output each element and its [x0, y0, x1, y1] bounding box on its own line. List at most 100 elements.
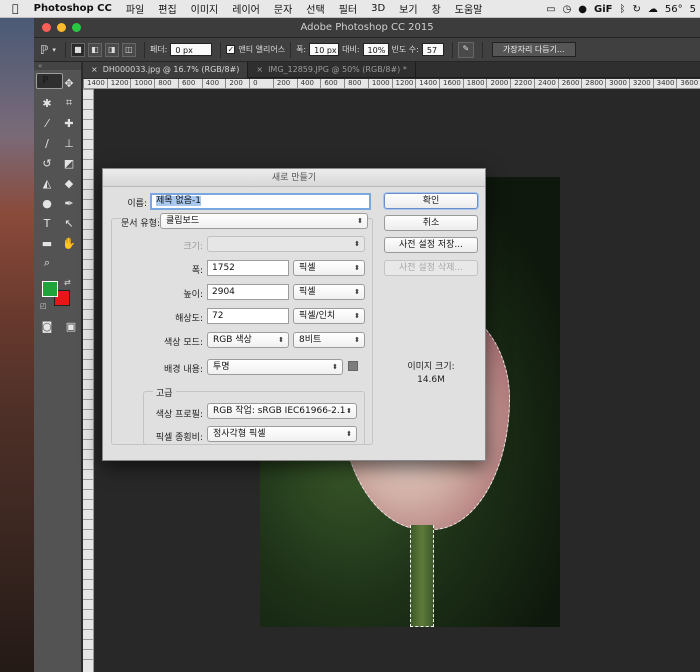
tools-panel: « ⬚ ✥ ℙ ✱ ⌗ ⁄ ✚ ∕ ⊥ ↺ ◩ ◭ ◆ ● ✒ T ↖ ▬ ✋ … [34, 62, 82, 672]
background-contents-label: 배경 내용: [163, 365, 203, 375]
refine-edge-button[interactable]: 가장자리 다듬기... [491, 42, 576, 57]
ruler-tick [83, 409, 93, 419]
ruler-tick [83, 219, 93, 229]
tools-collapse-icon[interactable]: « [34, 62, 81, 70]
lasso-tool-icon[interactable]: ℙ [36, 73, 64, 89]
rectangle-tool-icon[interactable]: ▬ [36, 233, 58, 253]
close-tab-icon[interactable]: × [91, 65, 98, 74]
tab-document-2[interactable]: × IMG_12859.JPG @ 50% (RGB/8#) * [248, 62, 416, 78]
subtract-selection-icon[interactable]: ◨ [104, 42, 119, 57]
menu-edit[interactable]: 편집 [151, 1, 183, 16]
name-input-value: 제목 없음-1 [156, 196, 201, 206]
swap-colors-icon[interactable]: ⇄ [64, 278, 71, 287]
menu-view[interactable]: 보기 [392, 1, 424, 16]
gif-label[interactable]: GiF [594, 4, 612, 15]
close-tab-icon[interactable]: × [256, 65, 263, 74]
magic-wand-tool-icon[interactable]: ✱ [36, 93, 58, 113]
ruler-tick [83, 569, 93, 579]
antialias-checkbox[interactable]: ✓ [226, 45, 236, 54]
menu-3d[interactable]: 3D [364, 3, 392, 14]
bit-depth-select[interactable]: 8비트 ⬍ [293, 332, 365, 348]
bluetooth-icon[interactable]: ᛒ [620, 4, 626, 15]
separator [143, 41, 145, 58]
blur-tool-icon[interactable]: ◆ [58, 173, 80, 193]
menu-image[interactable]: 이미지 [184, 1, 226, 16]
cancel-button[interactable]: 취소 [384, 215, 478, 231]
hand-tool-icon[interactable]: ✋ [58, 233, 80, 253]
sync-icon[interactable]: ↻ [633, 4, 641, 15]
menu-layer[interactable]: 레이어 [225, 1, 267, 16]
resolution-unit-select[interactable]: 픽셀/인치 ⬍ [293, 308, 365, 324]
type-tool-icon[interactable]: T [36, 213, 58, 233]
menu-window[interactable]: 창 [425, 1, 448, 16]
eraser-tool-icon[interactable]: ◩ [58, 153, 80, 173]
select-arrows-icon: ⬍ [357, 217, 363, 225]
paint-bucket-tool-icon[interactable]: ◭ [36, 173, 58, 193]
ruler-tick [83, 199, 93, 209]
eyedropper-tool-icon[interactable]: ⁄ [36, 113, 58, 133]
extra-status: 5 [689, 3, 696, 15]
antialias-label: 앤티 앨리어스 [238, 45, 286, 54]
ruler-tick [83, 89, 93, 99]
weather-icon[interactable]: ☁ [648, 4, 658, 15]
width-input[interactable]: 10 px [309, 43, 340, 56]
menu-app-name[interactable]: Photoshop CC [27, 3, 119, 14]
save-preset-button[interactable]: 사전 설정 저장... [384, 237, 478, 253]
ruler-tick [83, 639, 93, 649]
tab-document-1[interactable]: × DH000033.jpg @ 16.7% (RGB/8#) [83, 62, 249, 78]
ruler-tick-label: 600 [177, 79, 202, 88]
menu-type[interactable]: 문자 [267, 1, 299, 16]
background-color-swatch[interactable] [348, 361, 358, 371]
quick-mask-icon[interactable]: ◙ [40, 320, 54, 333]
ruler-tick [83, 319, 93, 329]
ruler-tick-label: 800 [344, 79, 368, 88]
ruler-tick [83, 329, 93, 339]
path-selection-tool-icon[interactable]: ↖ [58, 213, 80, 233]
person-icon[interactable]: ● [578, 4, 587, 15]
history-brush-tool-icon[interactable]: ↺ [36, 153, 58, 173]
new-selection-icon[interactable]: ■ [70, 42, 85, 57]
apple-menu-icon[interactable]:  [0, 2, 27, 15]
brush-tool-icon[interactable]: ∕ [36, 133, 58, 153]
height-input[interactable]: 2904 [207, 284, 289, 300]
crop-tool-icon[interactable]: ⌗ [58, 93, 80, 113]
screen-mode-icon[interactable]: ▣ [64, 320, 78, 333]
menu-help[interactable]: 도움말 [448, 1, 490, 16]
color-mode-select[interactable]: RGB 색상 ⬍ [207, 332, 289, 348]
contrast-input[interactable]: 10% [362, 43, 389, 56]
default-colors-icon[interactable]: ◰ [40, 302, 47, 310]
tool-preset-chevron-icon[interactable]: ▾ [52, 46, 56, 54]
ruler-tick-label: 1000 [130, 79, 154, 88]
zoom-tool-icon[interactable]: ⌕ [36, 253, 58, 273]
pen-tool-icon[interactable]: ✒ [58, 193, 80, 213]
background-contents-select[interactable]: 투명 ⬍ [207, 359, 343, 375]
clone-stamp-tool-icon[interactable]: ⊥ [58, 133, 80, 153]
pixel-aspect-select[interactable]: 정사각형 픽셀 ⬍ [207, 426, 357, 442]
foreground-color-swatch[interactable] [42, 281, 58, 297]
frequency-input[interactable]: 57 [421, 43, 444, 56]
width-input[interactable]: 1752 [207, 260, 289, 276]
color-profile-select[interactable]: RGB 작업: sRGB IEC61966-2.1 ⬍ [207, 403, 357, 419]
menu-select[interactable]: 선택 [299, 1, 331, 16]
height-unit-select[interactable]: 픽셀 ⬍ [293, 284, 365, 300]
menu-file[interactable]: 파일 [119, 1, 151, 16]
color-swatches: ⇄ ◰ [34, 278, 81, 318]
ruler-tick [83, 649, 93, 659]
clock-icon[interactable]: ◷ [563, 4, 572, 15]
pen-pressure-icon[interactable]: ✎ [457, 41, 474, 58]
ruler-tick-label: 400 [201, 79, 226, 88]
ruler-tick-label: 2600 [557, 79, 582, 88]
healing-brush-tool-icon[interactable]: ✚ [58, 113, 80, 133]
name-input[interactable]: 제목 없음-1 [150, 193, 371, 210]
preset-select[interactable]: 클립보드 ⬍ [160, 213, 368, 229]
feather-input[interactable]: 0 px [170, 43, 213, 56]
magnetic-lasso-icon[interactable]: ℙ [40, 43, 48, 57]
screen-icon[interactable]: ▭ [546, 4, 555, 15]
resolution-input[interactable]: 72 [207, 308, 289, 324]
ok-button[interactable]: 확인 [384, 193, 478, 209]
add-selection-icon[interactable]: ◧ [87, 42, 102, 57]
intersect-selection-icon[interactable]: ◫ [121, 42, 136, 57]
width-unit-select[interactable]: 픽셀 ⬍ [293, 260, 365, 276]
dodge-tool-icon[interactable]: ● [36, 193, 58, 213]
menu-filter[interactable]: 필터 [332, 1, 364, 16]
